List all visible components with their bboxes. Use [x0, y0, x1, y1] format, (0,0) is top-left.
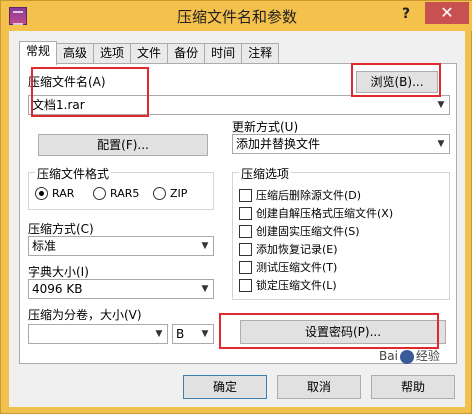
split-unit-select[interactable]: B ▼: [172, 324, 214, 344]
archive-format-group: 压缩文件格式 RAR RAR5 ZIP: [28, 165, 214, 210]
close-button[interactable]: ✕: [425, 2, 469, 24]
format-option-label: ZIP: [170, 187, 188, 200]
update-mode-value: 添加并替换文件: [236, 137, 321, 151]
dropdown-arrow-icon[interactable]: ▼: [151, 325, 167, 343]
option-label: 测试压缩文件(T): [256, 261, 338, 274]
checkbox-icon[interactable]: [239, 278, 252, 292]
annotation-archive-name: [31, 67, 149, 117]
tab-files[interactable]: 文件: [130, 43, 169, 64]
format-option-zip[interactable]: ZIP: [153, 187, 187, 200]
format-option-rar5[interactable]: RAR5: [93, 187, 139, 200]
watermark-brand: Bai: [379, 349, 398, 363]
split-volumes-label: 压缩为分卷，大小(V): [28, 308, 142, 322]
option-sfx[interactable]: 创建自解压格式压缩文件(X): [239, 205, 393, 221]
annotation-browse: [351, 63, 441, 97]
radio-icon[interactable]: [93, 187, 106, 200]
watermark: Bai 经验: [379, 347, 440, 364]
help-title-button[interactable]: ?: [399, 5, 413, 23]
archive-format-title: 压缩文件格式: [35, 165, 112, 182]
compression-options-group: 压缩选项 压缩后删除源文件(D) 创建自解压格式压缩文件(X) 创建固实压缩文件…: [232, 165, 450, 300]
cancel-button[interactable]: 取消: [277, 375, 361, 399]
profiles-button[interactable]: 配置(F)...: [38, 134, 208, 156]
help-button[interactable]: 帮助: [371, 375, 455, 399]
format-option-rar[interactable]: RAR: [35, 187, 74, 200]
dictionary-size-select[interactable]: 4096 KB ▼: [28, 279, 214, 299]
title-bar[interactable]: 压缩文件名和参数 ? ✕: [1, 1, 472, 31]
checkbox-icon[interactable]: [239, 188, 252, 202]
checkbox-icon[interactable]: [239, 260, 252, 274]
checkbox-icon[interactable]: [239, 206, 252, 220]
tab-comment[interactable]: 注释: [241, 43, 280, 64]
option-solid[interactable]: 创建固实压缩文件(S): [239, 223, 360, 239]
radio-icon[interactable]: [153, 187, 166, 200]
option-lock[interactable]: 锁定压缩文件(L): [239, 277, 337, 293]
tab-general[interactable]: 常规: [19, 41, 58, 65]
watermark-suffix: 经验: [415, 349, 440, 363]
compression-options-title: 压缩选项: [239, 165, 292, 182]
dropdown-arrow-icon[interactable]: ▼: [197, 237, 213, 255]
option-label: 添加恢复记录(E): [256, 243, 338, 256]
update-mode-label: 更新方式(U): [232, 120, 299, 134]
annotation-password: [219, 313, 439, 349]
checkbox-icon[interactable]: [239, 242, 252, 256]
dropdown-arrow-icon[interactable]: ▼: [197, 325, 213, 343]
compression-method-label: 压缩方式(C): [28, 222, 94, 236]
tab-time[interactable]: 时间: [204, 43, 243, 64]
tab-advanced[interactable]: 高级: [56, 43, 95, 64]
tab-backup[interactable]: 备份: [167, 43, 206, 64]
dropdown-arrow-icon[interactable]: ▼: [433, 96, 449, 114]
option-label: 锁定压缩文件(L): [256, 279, 337, 292]
tab-options[interactable]: 选项: [93, 43, 132, 64]
option-label: 创建自解压格式压缩文件(X): [256, 207, 394, 220]
compression-method-value: 标准: [32, 239, 57, 253]
format-option-label: RAR: [52, 187, 75, 200]
checkbox-icon[interactable]: [239, 224, 252, 238]
paw-icon: [399, 349, 414, 364]
option-recovery[interactable]: 添加恢复记录(E): [239, 241, 338, 257]
dropdown-arrow-icon[interactable]: ▼: [197, 280, 213, 298]
dictionary-size-value: 4096 KB: [32, 282, 83, 296]
dialog-window: 压缩文件名和参数 ? ✕ 常规 高级 选项 文件 备份 时间 注释 压缩文件名(…: [0, 0, 472, 414]
ok-button[interactable]: 确定: [183, 375, 267, 399]
option-delete-after[interactable]: 压缩后删除源文件(D): [239, 187, 361, 203]
format-option-label: RAR5: [110, 187, 140, 200]
option-label: 压缩后删除源文件(D): [256, 189, 362, 202]
split-unit-value: B: [176, 327, 185, 341]
option-label: 创建固实压缩文件(S): [256, 225, 360, 238]
tab-strip: 常规 高级 选项 文件 备份 时间 注释: [19, 41, 280, 65]
split-size-input[interactable]: ▼: [28, 324, 168, 344]
update-mode-select[interactable]: 添加并替换文件 ▼: [232, 134, 450, 154]
option-test[interactable]: 测试压缩文件(T): [239, 259, 337, 275]
radio-icon[interactable]: [35, 187, 48, 200]
dropdown-arrow-icon[interactable]: ▼: [433, 135, 449, 153]
dictionary-size-label: 字典大小(I): [28, 265, 89, 279]
compression-method-select[interactable]: 标准 ▼: [28, 236, 214, 256]
